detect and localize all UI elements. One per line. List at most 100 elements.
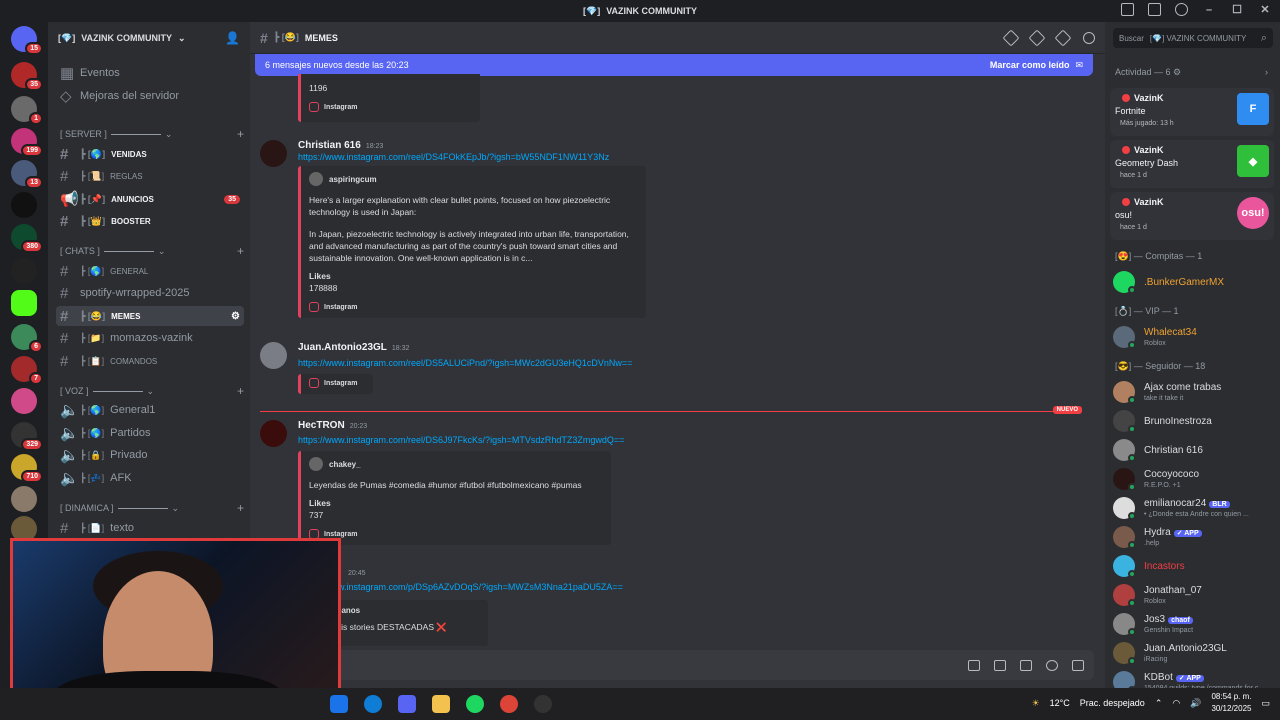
server-icon[interactable] [11,290,37,316]
embed-author[interactable]: aspiringcum [329,175,377,184]
server-icon[interactable]: 7 [11,356,43,385]
member-item[interactable]: Cocoyococo R.E.P.O. +1 [1113,466,1273,494]
channel-comandos[interactable]: # ┣ [📋] COMANDOS [56,351,244,371]
add-channel-icon[interactable]: + [237,384,244,398]
message-author[interactable]: HecTRON 20:23 [298,420,367,431]
wifi-icon[interactable]: ◠ [1172,698,1180,709]
avatar[interactable] [260,140,287,167]
message-author[interactable]: Christian 616 18:23 [298,140,383,151]
add-channel-icon[interactable]: + [237,501,244,515]
sidebar-item-mejoras[interactable]: ◇ Mejoras del servidor [56,86,244,106]
avatar[interactable] [260,420,287,447]
member-item[interactable]: Incastors [1113,553,1273,581]
category-dinamica[interactable]: [ DINAMICA ] ⌄ + [60,501,244,515]
search-input[interactable]: Buscar [💎] VAZINK COMMUNITY ⌕ [1113,28,1273,48]
server-icon[interactable] [11,486,37,512]
member-item[interactable]: Juan.Antonio23GL iRacing [1113,640,1273,668]
activity-card[interactable]: VazinK Geometry Dash hace 1 d ◆ [1110,140,1274,188]
maximize-button[interactable]: ☐ [1230,3,1244,16]
gift-icon[interactable] [968,659,980,671]
activity-card[interactable]: VazinK Fortnite Más jugado: 13 h F [1110,88,1274,136]
apps-icon[interactable] [1072,659,1084,671]
member-item[interactable]: emilianocar24 BLR • ¿Donde esta Andre con … [1113,495,1273,523]
category-server[interactable]: [ SERVER ] ⌄ + [60,127,244,141]
activity-header[interactable]: Actividad — 6 ⚙ › [1115,67,1268,78]
member-item[interactable]: Jos3 chaof Genshin Impact [1113,611,1273,639]
server-icon[interactable] [11,258,37,284]
server-icon[interactable] [11,388,37,414]
server-icon[interactable]: 1 [11,96,43,125]
message-link[interactable]: https://www.instagram.com/p/DSp6AZvDOqS/… [298,582,623,592]
clock[interactable]: 08:54 p. m. 30/12/2025 [1211,691,1251,715]
message-link[interactable]: https://www.instagram.com/reel/DS5ALUCiP… [298,358,632,368]
chrome-icon[interactable] [500,695,518,713]
gif-icon[interactable] [994,659,1006,671]
close-button[interactable]: ✕ [1258,3,1272,16]
help-icon[interactable] [1175,3,1188,16]
category-chats[interactable]: [ CHATS ] ⌄ + [60,244,244,258]
server-icon[interactable]: 35 [11,62,43,91]
emoji-icon[interactable] [1046,659,1058,671]
channel-anuncios[interactable]: 📢 ┣ [📌] ANUNCIOS 35 [56,189,244,209]
message-link[interactable]: https://www.instagram.com/reel/DS6J97Fkc… [298,435,624,445]
settings-icon[interactable]: ⚙ [231,311,240,322]
member-item[interactable]: BrunoInestroza [1113,408,1273,436]
screen-icon[interactable] [1148,3,1161,16]
member-item[interactable]: Hydra ✓ APP .help [1113,524,1273,552]
notification-icon[interactable]: ▭ [1261,698,1270,709]
voice-afk[interactable]: 🔈 ┣ [💤] AFK [56,468,244,488]
windows-app-icon[interactable] [330,695,348,713]
mute-icon[interactable] [1028,29,1046,46]
server-icon[interactable]: 329 [11,422,43,451]
member-item[interactable]: Christian 616 [1113,437,1273,465]
member-item[interactable]: Jonathan_07 Roblox [1113,582,1273,610]
message-author[interactable]: Juan.Antonio23GL 18:32 [298,342,409,353]
members-icon[interactable] [1083,31,1095,44]
threads-icon[interactable] [1002,29,1020,46]
server-icon[interactable]: 380 [11,224,43,253]
member-item[interactable]: Whalecat34 Roblox [1113,324,1273,352]
embed-author[interactable]: chakey_ [329,460,361,469]
member-item[interactable]: .BunkerGamerMX [1113,269,1273,297]
mark-read-button[interactable]: Marcar como leído [990,60,1070,70]
message-link[interactable]: https://www.instagram.com/reel/DS4FOkKEp… [298,152,609,162]
sidebar-item-eventos[interactable]: ▦ Eventos [56,63,244,83]
message-composer[interactable] [260,650,1094,680]
app-icon[interactable] [534,695,552,713]
add-channel-icon[interactable]: + [237,244,244,258]
channel-momazos[interactable]: # ┣ [📁] momazos-vazink [56,328,244,348]
discord-icon[interactable] [398,695,416,713]
folder-icon[interactable] [432,695,450,713]
server-icon[interactable]: 13 [11,160,43,189]
pin-icon[interactable] [1054,29,1072,46]
edge-icon[interactable] [364,695,382,713]
guild-header[interactable]: [💎] VAZINK COMMUNITY ⌄ 👤 [48,22,250,54]
voice-partidos[interactable]: 🔈 ┣ [🌎] Partidos [56,423,244,443]
server-icon[interactable] [11,192,37,218]
category-voz[interactable]: [ VOZ ] ⌄ + [60,384,244,398]
server-icon[interactable]: 199 [11,128,43,157]
channel-reglas[interactable]: # ┣ [📜] REGLAS [56,166,244,186]
voice-privado[interactable]: 🔈 ┣ [🔒] Privado [56,445,244,465]
voice-general1[interactable]: 🔈 ┣ [🌎] General1 [56,400,244,420]
channel-general[interactable]: # ┣ [🌎] GENERAL [56,261,244,281]
spotify-icon[interactable] [466,695,484,713]
chevron-up-icon[interactable]: ⌃ [1155,698,1163,709]
channel-booster[interactable]: # ┣ [👑] BOOSTER [56,211,244,231]
sticker-icon[interactable] [1020,659,1032,671]
member-item[interactable]: Ajax come trabas take it take it [1113,379,1273,407]
minimize-button[interactable]: – [1202,4,1216,16]
channel-spotify[interactable]: # spotify-wrrapped-2025 [56,283,244,303]
server-icon[interactable]: 6 [11,324,43,353]
channel-memes[interactable]: # ┣ [😂] MEMES ⚙ [56,306,244,326]
volume-icon[interactable]: 🔊 [1190,698,1201,709]
add-channel-icon[interactable]: + [237,127,244,141]
home-button[interactable]: 15 [11,26,43,55]
activity-card[interactable]: VazinK osu! hace 1 d osu! [1110,192,1274,240]
avatar[interactable] [260,342,287,369]
server-icon[interactable]: 710 [11,454,43,483]
channel-texto[interactable]: # ┣ [📄] texto [56,518,244,538]
add-member-icon[interactable]: 👤 [225,31,240,45]
channel-venidas[interactable]: # ┣ [🌎] VENIDAS [56,144,244,164]
new-messages-banner[interactable]: 6 mensajes nuevos desde las 20:23 Marcar… [255,54,1093,76]
